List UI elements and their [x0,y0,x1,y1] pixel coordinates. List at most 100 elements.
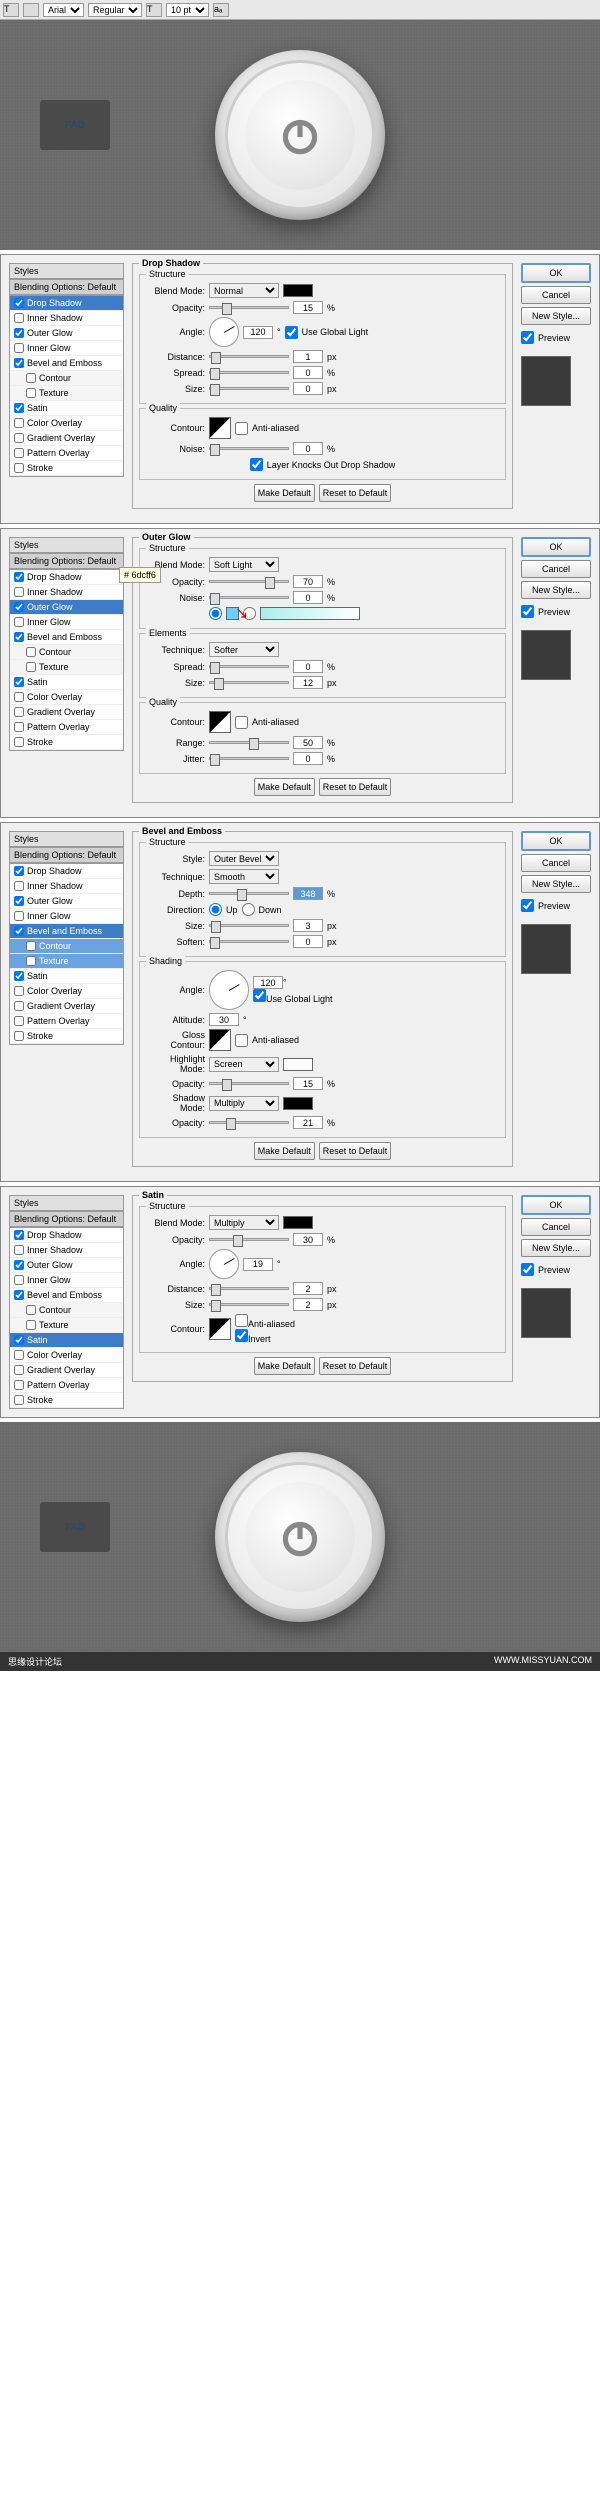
reset-default-button[interactable]: Reset to Default [319,484,392,502]
style-inner-glow[interactable]: Inner Glow [10,341,123,356]
gradient-picker[interactable] [260,607,360,620]
preview-check[interactable] [521,331,534,344]
highlight-color-swatch[interactable] [283,1058,313,1071]
orientation-icon[interactable] [23,3,39,17]
spread-input[interactable] [293,366,323,379]
new-style-button[interactable]: New Style... [521,1239,591,1257]
angle-input[interactable] [253,976,283,989]
noise-input[interactable] [293,442,323,455]
noise-slider[interactable] [209,596,289,599]
size-slider[interactable] [209,681,289,684]
style-gradient-overlay[interactable]: Gradient Overlay [10,1363,123,1378]
distance-slider[interactable] [209,1287,289,1290]
contour-picker[interactable] [209,417,231,439]
size-input[interactable] [293,1298,323,1311]
cancel-button[interactable]: Cancel [521,286,591,304]
style-outer-glow[interactable]: Outer Glow [10,600,123,615]
style-contour[interactable]: Contour [10,371,123,386]
soften-slider[interactable] [209,940,289,943]
style-inner-shadow[interactable]: Inner Shadow [10,1243,123,1258]
noise-slider[interactable] [209,447,289,450]
opacity-input[interactable] [293,301,323,314]
type-tool-icon[interactable]: T [3,3,19,17]
cancel-button[interactable]: Cancel [521,854,591,872]
style-gradient-overlay[interactable]: Gradient Overlay [10,431,123,446]
style-satin[interactable]: Satin [10,969,123,984]
contour-picker[interactable] [209,711,231,733]
font-weight-select[interactable]: Regular [88,3,142,17]
size-slider[interactable] [209,924,289,927]
style-color-overlay[interactable]: Color Overlay [10,984,123,999]
styles-header[interactable]: Styles [9,831,124,847]
style-color-overlay[interactable]: Color Overlay [10,690,123,705]
make-default-button[interactable]: Make Default [254,484,315,502]
style-gradient-overlay[interactable]: Gradient Overlay [10,705,123,720]
opacity-input[interactable] [293,575,323,588]
style-texture[interactable]: Texture [10,660,123,675]
shadow-color-swatch[interactable] [283,1097,313,1110]
style-bevel[interactable]: Bevel and Emboss [10,630,123,645]
preview-check[interactable] [521,899,534,912]
spread-slider[interactable] [209,371,289,374]
styles-header[interactable]: Styles [9,1195,124,1211]
jitter-input[interactable] [293,752,323,765]
size-slider[interactable] [209,1303,289,1306]
style-bevel[interactable]: Bevel and Emboss [10,1288,123,1303]
style-pattern-overlay[interactable]: Pattern Overlay [10,720,123,735]
make-default-button[interactable]: Make Default [254,1142,315,1160]
size-input[interactable] [293,676,323,689]
size-input[interactable] [293,919,323,932]
gloss-contour-picker[interactable] [209,1029,231,1051]
blend-mode-select[interactable]: Multiply [209,1215,279,1230]
shadow-opacity-slider[interactable] [209,1121,289,1124]
depth-slider[interactable] [209,892,289,895]
style-pattern-overlay[interactable]: Pattern Overlay [10,1014,123,1029]
shadow-opacity-input[interactable] [293,1116,323,1129]
angle-input[interactable] [243,326,273,339]
reset-default-button[interactable]: Reset to Default [319,1357,392,1375]
spread-input[interactable] [293,660,323,673]
font-family-select[interactable]: Arial [43,3,84,17]
ok-button[interactable]: OK [521,263,591,283]
style-inner-shadow[interactable]: Inner Shadow [10,879,123,894]
reset-default-button[interactable]: Reset to Default [319,1142,392,1160]
size-slider[interactable] [209,387,289,390]
color-radio[interactable] [209,607,222,620]
styles-header[interactable]: Styles [9,537,124,553]
new-style-button[interactable]: New Style... [521,307,591,325]
altitude-input[interactable] [209,1013,239,1026]
opacity-input[interactable] [293,1233,323,1246]
style-inner-glow[interactable]: Inner Glow [10,1273,123,1288]
range-slider[interactable] [209,741,289,744]
blending-options[interactable]: Blending Options: Default [9,279,124,295]
opacity-slider[interactable] [209,306,289,309]
style-inner-shadow[interactable]: Inner Shadow [10,585,123,600]
technique-select[interactable]: Smooth [209,869,279,884]
aa-check[interactable] [235,1034,248,1047]
style-stroke[interactable]: Stroke [10,735,123,750]
style-satin[interactable]: Satin [10,675,123,690]
style-outer-glow[interactable]: Outer Glow [10,894,123,909]
distance-input[interactable] [293,1282,323,1295]
style-satin[interactable]: Satin [10,401,123,416]
style-texture[interactable]: Texture [10,1318,123,1333]
make-default-button[interactable]: Make Default [254,778,315,796]
ok-button[interactable]: OK [521,831,591,851]
opacity-slider[interactable] [209,580,289,583]
depth-input[interactable] [293,887,323,900]
style-satin[interactable]: Satin [10,1333,123,1348]
style-outer-glow[interactable]: Outer Glow [10,1258,123,1273]
satin-color-swatch[interactable] [283,1216,313,1229]
style-texture[interactable]: Texture [10,386,123,401]
global-light-check[interactable] [253,989,266,1002]
style-outer-glow[interactable]: Outer Glow [10,326,123,341]
aa-check[interactable] [235,716,248,729]
preview-check[interactable] [521,605,534,618]
blending-options[interactable]: Blending Options: Default [9,1211,124,1227]
style-drop-shadow[interactable]: Drop Shadow [10,864,123,879]
angle-wheel[interactable] [209,317,239,347]
bevel-style-select[interactable]: Outer Bevel [209,851,279,866]
new-style-button[interactable]: New Style... [521,875,591,893]
style-inner-glow[interactable]: Inner Glow [10,909,123,924]
preview-check[interactable] [521,1263,534,1276]
